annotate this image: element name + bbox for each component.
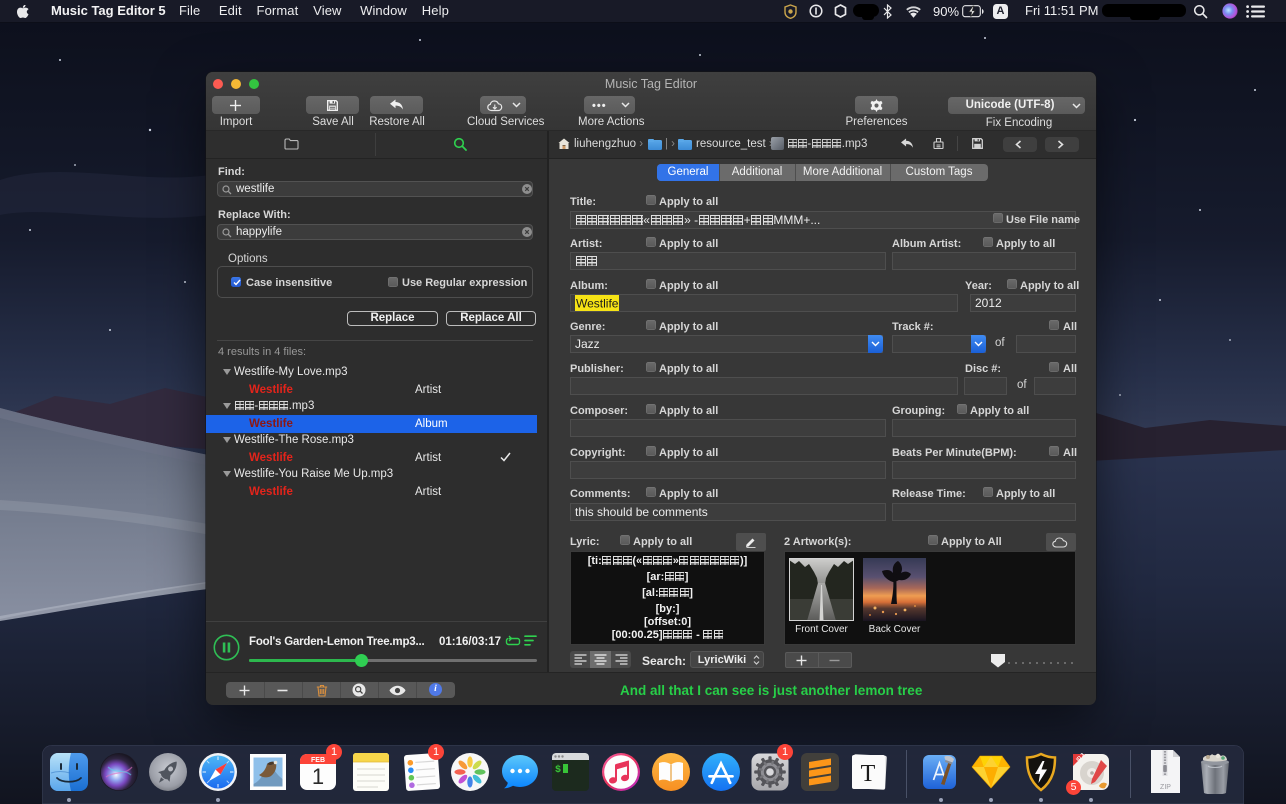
- svg-text:FEB: FEB: [311, 757, 325, 764]
- svg-text:$: $: [555, 764, 561, 776]
- svg-text:T: T: [861, 761, 876, 787]
- svg-text:ZIP: ZIP: [1160, 784, 1171, 791]
- svg-text:1: 1: [312, 764, 324, 789]
